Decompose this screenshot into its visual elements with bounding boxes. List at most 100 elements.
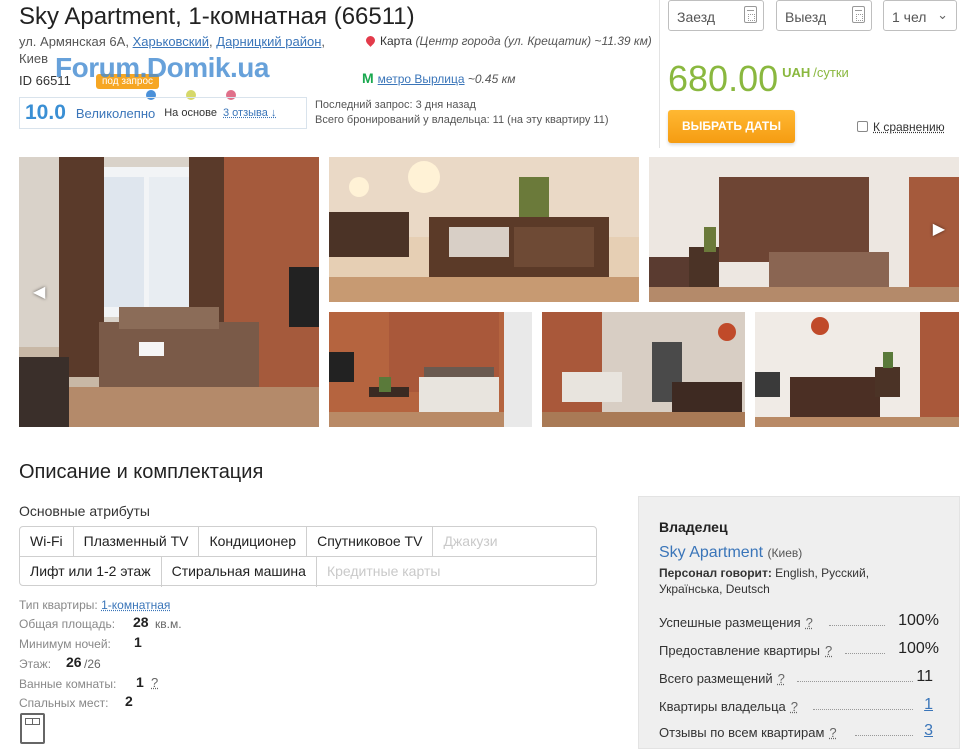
guests-select[interactable]: 1 чел ⌄ [883, 0, 957, 31]
photo-6[interactable] [755, 312, 959, 427]
spec-bathrooms-value: 1 [136, 674, 144, 690]
attributes-table: Wi-Fi Плазменный TV Кондиционер Спутнико… [19, 526, 597, 587]
compare-label[interactable]: К сравнению [873, 120, 945, 134]
rating-box: 10.0 Великолепно На основе 3 отзыва ↓ [19, 97, 307, 129]
attr-air-conditioner: Кондиционер [199, 527, 308, 557]
photo-2[interactable] [329, 157, 639, 302]
help-icon[interactable]: ? [778, 671, 785, 686]
checkin-placeholder: Заезд [677, 9, 716, 25]
total-bookings: Всего бронирований у владельца: 11 (на э… [315, 114, 609, 126]
owner-name-link[interactable]: Sky Apartment [659, 544, 763, 561]
owner-name: Sky Apartment (Киев) [659, 544, 802, 562]
owner-languages-label: Персонал говорит: [659, 566, 772, 580]
stat-label: Успешные размещения [659, 615, 801, 630]
spec-bathrooms: Ванные комнаты: 1 ? [19, 674, 158, 691]
photo-main[interactable]: ◀ [19, 157, 319, 427]
attr-jacuzzi: Джакузи [443, 533, 498, 549]
attributes-row-2: Лифт или 1-2 этаж Стиральная машина Кред… [20, 557, 596, 587]
spec-type: Тип квартиры: 1-комнатная [19, 598, 170, 612]
watermark: Forum.Domik.ua [55, 52, 269, 83]
spec-area: Общая площадь: 28 кв.м. [19, 614, 182, 631]
spec-floor-label: Этаж: [19, 657, 52, 671]
spec-beds-value: 2 [125, 693, 133, 709]
owner-apartments-link[interactable]: 1 [924, 696, 933, 714]
stat-total: Всего размещений? 11 [659, 668, 939, 686]
map-link[interactable]: Карта [380, 34, 412, 48]
stat-value: 100% [898, 640, 939, 657]
owner-reviews-link[interactable]: 3 [924, 722, 933, 740]
compare-checkbox[interactable]: К сравнению [857, 120, 945, 134]
dotted-leader [855, 735, 913, 736]
gallery-next-arrow[interactable]: ▶ [933, 219, 945, 239]
help-icon[interactable]: ? [829, 725, 836, 740]
district-link-kharkovsky[interactable]: Харьковский [133, 34, 209, 49]
attributes-row-1: Wi-Fi Плазменный TV Кондиционер Спутнико… [20, 527, 596, 557]
checkin-field[interactable]: Заезд [668, 0, 764, 31]
stat-success: Успешные размещения? 100% [659, 612, 939, 630]
help-icon[interactable]: ? [791, 699, 798, 714]
photo-3-image [649, 157, 959, 302]
stat-label: Отзывы по всем квартирам [659, 725, 825, 740]
metro-distance: ~0.45 км [467, 72, 516, 86]
stat-label: Предоставление квартиры [659, 643, 820, 658]
attr-plasma-tv: Плазменный TV [74, 527, 200, 557]
photo-4[interactable] [329, 312, 532, 427]
spec-floor-value: 26 [66, 654, 82, 670]
dotted-leader [845, 653, 885, 654]
checkbox-icon[interactable] [857, 121, 868, 132]
stat-provision: Предоставление квартиры? 100% [659, 640, 939, 658]
price: 680.00 UAH/сутки [668, 58, 849, 100]
choose-dates-button[interactable]: ВЫБРАТЬ ДАТЫ [668, 110, 795, 143]
spec-bathrooms-label: Ванные комнаты: [19, 677, 117, 691]
attr-wifi: Wi-Fi [20, 527, 74, 557]
rating-basis: На основе [164, 107, 217, 119]
price-currency: UAH [782, 65, 811, 80]
booking-stats: Последний запрос: 3 дня назад Всего брон… [315, 98, 609, 128]
chevron-down-icon: ⌄ [937, 7, 948, 22]
photo-main-image [19, 157, 319, 427]
photo-2-image [329, 157, 639, 302]
owner-city: (Киев) [767, 546, 803, 560]
attr-satellite-tv: Спутниковое TV [307, 527, 434, 557]
last-request: Последний запрос: 3 дня назад [315, 99, 476, 111]
spec-min-nights-value: 1 [134, 634, 142, 650]
metro-link[interactable]: метро Вырлица [378, 72, 465, 86]
stat-reviews: Отзывы по всем квартирам? 3 [659, 722, 939, 740]
photo-5-image [542, 312, 745, 427]
map-pin-icon [364, 34, 377, 47]
rating-word: Великолепно [75, 105, 156, 121]
city: Киев [19, 51, 48, 66]
help-icon[interactable]: ? [806, 615, 813, 630]
spec-type-link[interactable]: 1-комнатная [101, 598, 170, 612]
attr-elevator: Лифт или 1-2 этаж [20, 557, 162, 587]
photo-3[interactable]: ▶ [649, 157, 959, 302]
dotted-leader [797, 681, 913, 682]
checkout-field[interactable]: Выезд [776, 0, 872, 31]
rating-score: 10.0 [25, 101, 66, 124]
spec-min-nights-label: Минимум ночей: [19, 637, 111, 651]
gallery-prev-arrow[interactable]: ◀ [33, 282, 45, 302]
owner-heading: Владелец [659, 519, 728, 535]
photo-5[interactable] [542, 312, 745, 427]
attr-washing-machine: Стиральная машина [162, 557, 317, 587]
price-value: 680.00 [668, 58, 779, 99]
owner-panel: Владелец Sky Apartment (Киев) Персонал г… [638, 496, 960, 749]
stat-value: 11 [916, 668, 933, 685]
price-period: /сутки [813, 65, 849, 80]
attributes-title: Основные атрибуты [19, 503, 150, 519]
map-distance-note: (Центр города (ул. Крещатик) ~11.39 км) [415, 34, 652, 48]
spec-beds: Спальных мест: 2 [19, 693, 133, 710]
spec-area-label: Общая площадь: [19, 617, 116, 631]
district-link-darnitsky[interactable]: Дарницкий район [216, 34, 321, 49]
description-title: Описание и комплектация [19, 461, 264, 483]
guests-value: 1 чел [892, 9, 927, 25]
dotted-leader [813, 709, 913, 710]
map-info: Карта (Центр города (ул. Крещатик) ~11.3… [364, 33, 656, 49]
header-divider [659, 0, 660, 148]
stat-label: Квартиры владельца [659, 699, 786, 714]
reviews-link[interactable]: 3 отзыва ↓ [223, 107, 276, 119]
help-icon[interactable]: ? [825, 643, 832, 658]
street: ул. Армянская 6А, [19, 34, 129, 49]
bathrooms-help[interactable]: ? [151, 675, 158, 690]
calendar-icon [744, 6, 757, 23]
